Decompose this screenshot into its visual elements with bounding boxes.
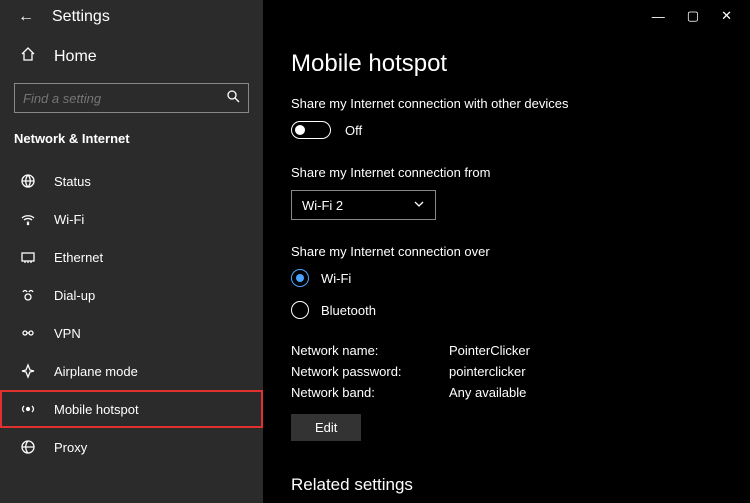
share-from-label: Share my Internet connection from <box>291 165 722 180</box>
home-label: Home <box>54 48 97 66</box>
airplane-icon <box>20 363 36 379</box>
vpn-icon <box>20 325 36 341</box>
proxy-icon <box>20 439 36 455</box>
network-info: Network name: PointerClicker Network pas… <box>291 343 722 400</box>
share-toggle-label: Share my Internet connection with other … <box>291 96 722 111</box>
wifi-icon <box>20 211 36 227</box>
nav-label: Proxy <box>54 440 87 455</box>
minimize-icon[interactable]: — <box>652 9 665 24</box>
window-controls: — ▢ ✕ <box>263 0 750 32</box>
network-name-value: PointerClicker <box>449 343 722 358</box>
hotspot-icon <box>20 401 36 417</box>
network-band-value: Any available <box>449 385 722 400</box>
radio-icon <box>291 269 309 287</box>
radio-label: Bluetooth <box>321 303 376 318</box>
network-name-label: Network name: <box>291 343 421 358</box>
radio-wifi[interactable]: Wi-Fi <box>291 269 722 287</box>
sidebar-item-airplane[interactable]: Airplane mode <box>0 352 263 390</box>
sidebar-item-proxy[interactable]: Proxy <box>0 428 263 466</box>
globe-icon <box>20 173 36 189</box>
search-icon <box>226 89 240 108</box>
sidebar-item-status[interactable]: Status <box>0 162 263 200</box>
radio-label: Wi-Fi <box>321 271 351 286</box>
sidebar-item-dialup[interactable]: Dial-up <box>0 276 263 314</box>
share-toggle-row: Off <box>291 121 722 139</box>
radio-icon <box>291 301 309 319</box>
sidebar-item-wifi[interactable]: Wi-Fi <box>0 200 263 238</box>
nav-label: Status <box>54 174 91 189</box>
maximize-icon[interactable]: ▢ <box>687 8 699 24</box>
titlebar-left: ← Settings <box>0 0 263 38</box>
sidebar-item-ethernet[interactable]: Ethernet <box>0 238 263 276</box>
network-band-label: Network band: <box>291 385 421 400</box>
network-password-label: Network password: <box>291 364 421 379</box>
nav-list: Status Wi-Fi Ethernet Dial-up VPN Airpla… <box>0 162 263 466</box>
nav-label: Dial-up <box>54 288 95 303</box>
chevron-down-icon <box>413 198 425 213</box>
home-nav[interactable]: Home <box>0 38 263 79</box>
page-title: Mobile hotspot <box>291 50 722 78</box>
back-icon[interactable]: ← <box>18 8 34 26</box>
dialup-icon <box>20 287 36 303</box>
app-title: Settings <box>52 8 110 26</box>
close-icon[interactable]: ✕ <box>721 8 732 24</box>
nav-label: Wi-Fi <box>54 212 84 227</box>
share-over-radio-group: Wi-Fi Bluetooth <box>291 269 722 319</box>
share-toggle[interactable] <box>291 121 331 139</box>
edit-button[interactable]: Edit <box>291 414 361 441</box>
dropdown-value: Wi-Fi 2 <box>302 198 343 213</box>
share-from-dropdown[interactable]: Wi-Fi 2 <box>291 190 436 220</box>
search-input[interactable] <box>14 83 249 113</box>
nav-label: Airplane mode <box>54 364 138 379</box>
nav-label: Mobile hotspot <box>54 402 139 417</box>
share-over-label: Share my Internet connection over <box>291 244 722 259</box>
section-title: Network & Internet <box>0 127 263 162</box>
nav-label: Ethernet <box>54 250 103 265</box>
main-panel: — ▢ ✕ Mobile hotspot Share my Internet c… <box>263 0 750 503</box>
sidebar-item-vpn[interactable]: VPN <box>0 314 263 352</box>
search-field[interactable] <box>23 91 203 106</box>
related-settings-heading: Related settings <box>291 475 722 495</box>
nav-label: VPN <box>54 326 81 341</box>
content: Mobile hotspot Share my Internet connect… <box>263 32 750 495</box>
ethernet-icon <box>20 249 36 265</box>
network-password-value: pointerclicker <box>449 364 722 379</box>
sidebar-item-mobile-hotspot[interactable]: Mobile hotspot <box>0 390 263 428</box>
home-icon <box>20 46 36 67</box>
radio-bluetooth[interactable]: Bluetooth <box>291 301 722 319</box>
sidebar: ← Settings Home Network & Internet Statu… <box>0 0 263 503</box>
toggle-state-label: Off <box>345 123 362 138</box>
